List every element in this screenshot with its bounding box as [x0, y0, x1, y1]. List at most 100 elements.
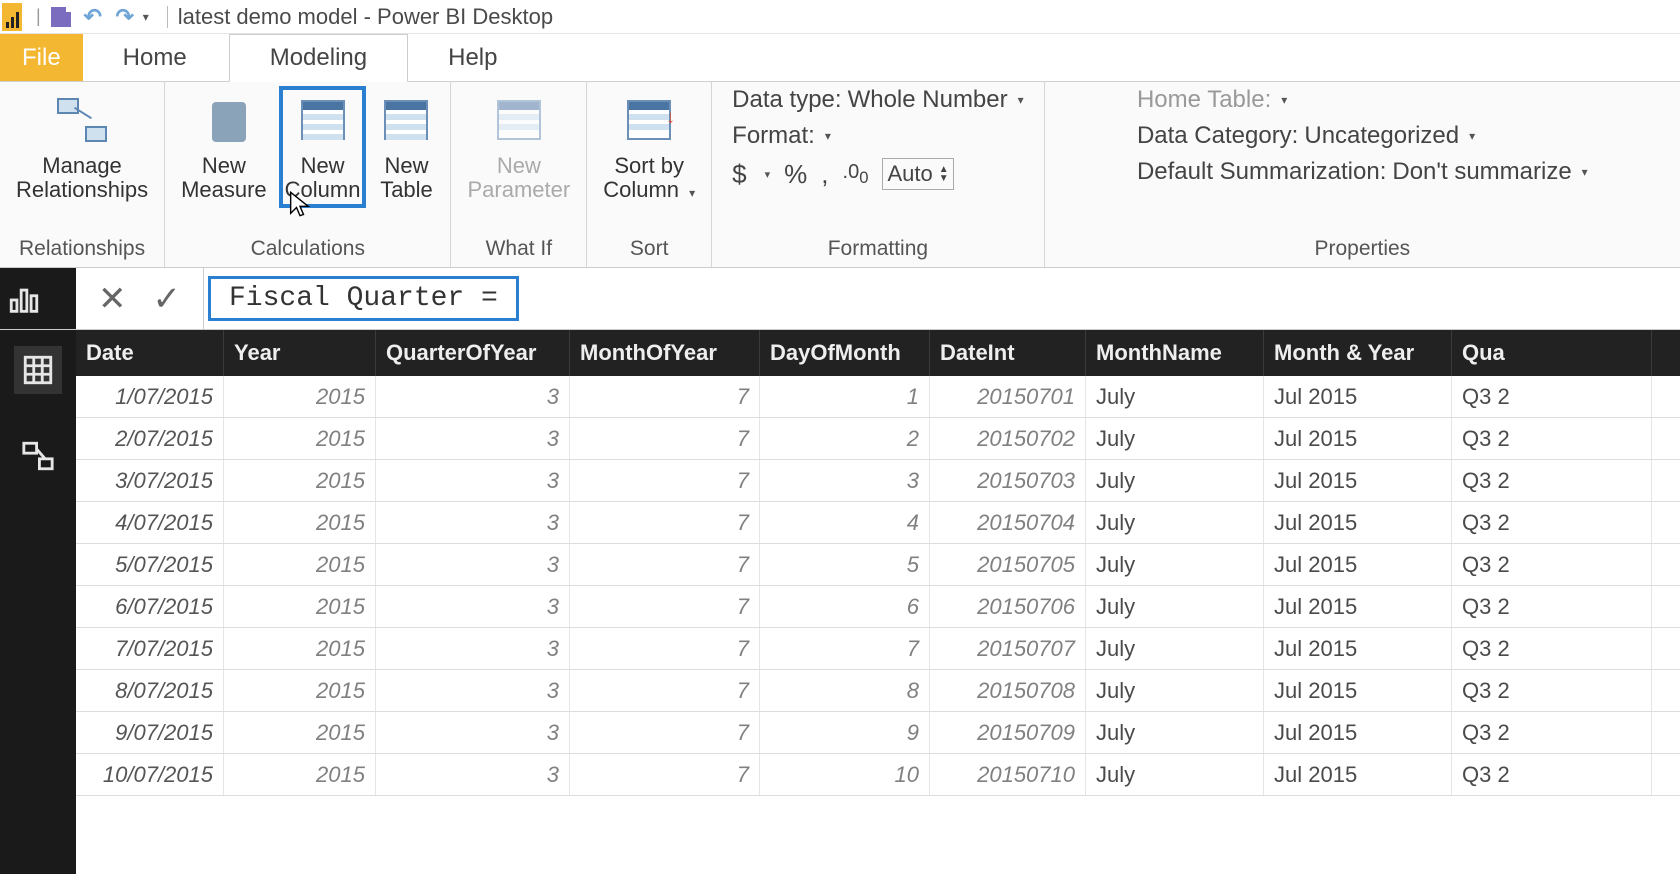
data-view-button[interactable]	[14, 346, 62, 394]
cell[interactable]: 2015	[224, 754, 376, 795]
cell[interactable]: 8/07/2015	[76, 670, 224, 711]
cell[interactable]: Q3 2	[1452, 670, 1652, 711]
cell[interactable]: 20150706	[930, 586, 1086, 627]
cell[interactable]: July	[1086, 712, 1264, 753]
cell[interactable]: 7	[570, 418, 760, 459]
cell[interactable]: Q3 2	[1452, 460, 1652, 501]
cell[interactable]: July	[1086, 754, 1264, 795]
cell[interactable]: 1/07/2015	[76, 376, 224, 417]
table-row[interactable]: 6/07/2015201537620150706JulyJul 2015Q3 2	[76, 586, 1680, 628]
tab-home[interactable]: Home	[83, 34, 229, 81]
cell[interactable]: 2/07/2015	[76, 418, 224, 459]
decimal-places-spinner[interactable]: Auto ▲▼	[882, 158, 953, 190]
cell[interactable]: 20150703	[930, 460, 1086, 501]
tab-help[interactable]: Help	[408, 34, 539, 81]
col-header[interactable]: MonthName	[1086, 330, 1264, 376]
cell[interactable]: 10/07/2015	[76, 754, 224, 795]
thousands-button[interactable]: ,	[821, 159, 828, 190]
cell[interactable]: 9	[760, 712, 930, 753]
cell[interactable]: 3	[376, 754, 570, 795]
cell[interactable]: 7/07/2015	[76, 628, 224, 669]
cell[interactable]: 3/07/2015	[76, 460, 224, 501]
report-view-button[interactable]	[0, 276, 48, 324]
file-tab[interactable]: File	[0, 34, 83, 81]
cell[interactable]: 7	[760, 628, 930, 669]
sort-by-column-button[interactable]: ↓ Sort by Column ▾	[595, 86, 703, 202]
cell[interactable]: 2015	[224, 502, 376, 543]
cell[interactable]: 5/07/2015	[76, 544, 224, 585]
cell[interactable]: 7	[570, 502, 760, 543]
col-header[interactable]: MonthOfYear	[570, 330, 760, 376]
cell[interactable]: 3	[760, 460, 930, 501]
cell[interactable]: 3	[376, 712, 570, 753]
cell[interactable]: 3	[376, 586, 570, 627]
cell[interactable]: 3	[376, 376, 570, 417]
cell[interactable]: 7	[570, 376, 760, 417]
cell[interactable]: 7	[570, 712, 760, 753]
cell[interactable]: 3	[376, 628, 570, 669]
cell[interactable]: 2015	[224, 460, 376, 501]
cell[interactable]: Q3 2	[1452, 544, 1652, 585]
chevron-down-icon[interactable]: ▾	[1582, 165, 1588, 179]
qa-customize-dropdown[interactable]: ▾	[143, 10, 149, 24]
cell[interactable]: July	[1086, 502, 1264, 543]
cell[interactable]: 2	[760, 418, 930, 459]
grid-body[interactable]: 1/07/2015201537120150701JulyJul 2015Q3 2…	[76, 376, 1680, 874]
cell[interactable]: Q3 2	[1452, 502, 1652, 543]
chevron-down-icon[interactable]: ▾	[765, 168, 771, 181]
cell[interactable]: 20150702	[930, 418, 1086, 459]
cell[interactable]: 20150707	[930, 628, 1086, 669]
cell[interactable]: 3	[376, 670, 570, 711]
table-row[interactable]: 5/07/2015201537520150705JulyJul 2015Q3 2	[76, 544, 1680, 586]
col-header[interactable]: Month & Year	[1264, 330, 1452, 376]
table-row[interactable]: 3/07/2015201537320150703JulyJul 2015Q3 2	[76, 460, 1680, 502]
cell[interactable]: 3	[376, 502, 570, 543]
col-header[interactable]: QuarterOfYear	[376, 330, 570, 376]
cell[interactable]: 7	[570, 586, 760, 627]
cell[interactable]: Jul 2015	[1264, 586, 1452, 627]
percent-button[interactable]: %	[784, 159, 807, 190]
cell[interactable]: Q3 2	[1452, 418, 1652, 459]
cell[interactable]: Q3 2	[1452, 376, 1652, 417]
cell[interactable]: 4/07/2015	[76, 502, 224, 543]
table-row[interactable]: 8/07/2015201537820150708JulyJul 2015Q3 2	[76, 670, 1680, 712]
cell[interactable]: 20150704	[930, 502, 1086, 543]
chevron-down-icon[interactable]: ▾	[825, 129, 831, 143]
data-category-value[interactable]: Uncategorized	[1304, 122, 1459, 150]
new-measure-button[interactable]: New Measure	[173, 86, 275, 202]
cell[interactable]: Q3 2	[1452, 628, 1652, 669]
cell[interactable]: 2015	[224, 418, 376, 459]
cell[interactable]: 2015	[224, 544, 376, 585]
table-row[interactable]: 10/07/20152015371020150710JulyJul 2015Q3…	[76, 754, 1680, 796]
table-row[interactable]: 9/07/2015201537920150709JulyJul 2015Q3 2	[76, 712, 1680, 754]
cell[interactable]: 7	[570, 754, 760, 795]
chevron-down-icon[interactable]: ▾	[1281, 93, 1287, 107]
table-row[interactable]: 2/07/2015201537220150702JulyJul 2015Q3 2	[76, 418, 1680, 460]
cell[interactable]: July	[1086, 670, 1264, 711]
cell[interactable]: 20150708	[930, 670, 1086, 711]
accept-formula-button[interactable]: ✓	[153, 279, 182, 319]
new-parameter-button[interactable]: New Parameter	[459, 86, 578, 202]
data-grid[interactable]: Date Year QuarterOfYear MonthOfYear DayO…	[76, 330, 1680, 874]
cell[interactable]: 2015	[224, 670, 376, 711]
col-header[interactable]: Qua	[1452, 330, 1652, 376]
cell[interactable]: 20150701	[930, 376, 1086, 417]
redo-button[interactable]: ↷	[109, 3, 141, 31]
cell[interactable]: 2015	[224, 376, 376, 417]
cell[interactable]: July	[1086, 586, 1264, 627]
col-header[interactable]: Year	[224, 330, 376, 376]
cell[interactable]: Q3 2	[1452, 712, 1652, 753]
cell[interactable]: Jul 2015	[1264, 754, 1452, 795]
cell[interactable]: 4	[760, 502, 930, 543]
cell[interactable]: 10	[760, 754, 930, 795]
col-header[interactable]: Date	[76, 330, 224, 376]
cell[interactable]: 2015	[224, 712, 376, 753]
cell[interactable]: Jul 2015	[1264, 418, 1452, 459]
cell[interactable]: 7	[570, 670, 760, 711]
new-table-button[interactable]: New Table	[370, 86, 442, 202]
manage-relationships-button[interactable]: Manage Relationships	[8, 86, 156, 202]
cell[interactable]: 1	[760, 376, 930, 417]
cell[interactable]: 7	[570, 460, 760, 501]
chevron-down-icon[interactable]: ▾	[1469, 129, 1475, 143]
cancel-formula-button[interactable]: ✕	[98, 279, 127, 319]
